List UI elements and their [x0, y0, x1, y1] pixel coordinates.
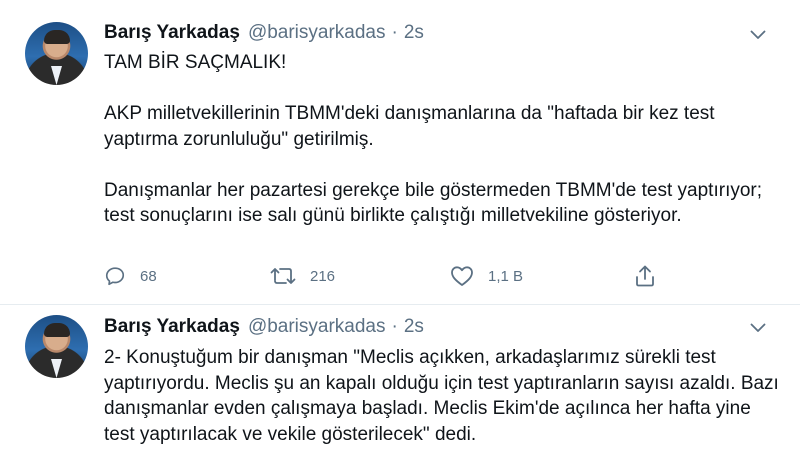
reply-button[interactable]: 68: [104, 262, 157, 290]
tweet-time[interactable]: 2s: [404, 22, 424, 44]
author-name[interactable]: Barış Yarkadaş: [104, 22, 240, 44]
tweet-text: TAM BİR SAÇMALIK! AKP milletvekillerinin…: [104, 50, 784, 229]
tweet-paragraph: Danışmanlar her pazartesi gerekçe bile g…: [104, 179, 763, 227]
avatar-shirt: [51, 66, 62, 85]
tweet-actions: 68 216 1,1 B: [104, 262, 664, 290]
avatar-hair: [44, 30, 70, 44]
avatar-shirt: [51, 359, 62, 378]
separator-dot: ·: [391, 22, 398, 43]
separator-dot: ·: [391, 316, 398, 337]
author-handle[interactable]: @barisyarkadas: [248, 316, 386, 338]
reply-count: 68: [140, 267, 157, 285]
heart-icon: [451, 266, 473, 286]
tweet-time[interactable]: 2s: [404, 316, 424, 338]
like-count: 1,1 B: [488, 267, 524, 285]
tweet-paragraph: TAM BİR SAÇMALIK!: [104, 52, 287, 73]
retweet-button[interactable]: 216: [270, 262, 335, 290]
avatar-hair: [44, 323, 70, 337]
more-menu-button[interactable]: [747, 24, 769, 46]
tweet[interactable]: Barış Yarkadaş @barisyarkadas · 2s TAM B…: [0, 0, 800, 305]
avatar[interactable]: [25, 315, 88, 378]
retweet-count: 216: [310, 267, 336, 285]
share-icon: [636, 265, 654, 287]
author-handle[interactable]: @barisyarkadas: [248, 22, 386, 44]
tweet-header: Barış Yarkadaş @barisyarkadas · 2s: [104, 22, 424, 46]
tweet-paragraph: 2- Konuştuğum bir danışman "Meclis açıkk…: [104, 347, 779, 445]
tweet-paragraph: AKP milletvekillerinin TBMM'deki danışma…: [104, 103, 715, 150]
tweet-header: Barış Yarkadaş @barisyarkadas · 2s: [104, 316, 424, 340]
chevron-down-icon: [750, 323, 766, 332]
author-name[interactable]: Barış Yarkadaş: [104, 316, 240, 338]
like-button[interactable]: 1,1 B: [450, 262, 523, 290]
more-menu-button[interactable]: [747, 317, 769, 339]
tweet-text: 2- Konuştuğum bir danışman "Meclis açıkk…: [104, 345, 784, 447]
share-button[interactable]: [634, 262, 656, 290]
reply-icon: [105, 267, 125, 286]
retweet-icon: [270, 268, 296, 284]
tweet[interactable]: Barış Yarkadaş @barisyarkadas · 2s 2- Ko…: [0, 305, 800, 463]
chevron-down-icon: [750, 30, 766, 39]
avatar[interactable]: [25, 22, 88, 85]
